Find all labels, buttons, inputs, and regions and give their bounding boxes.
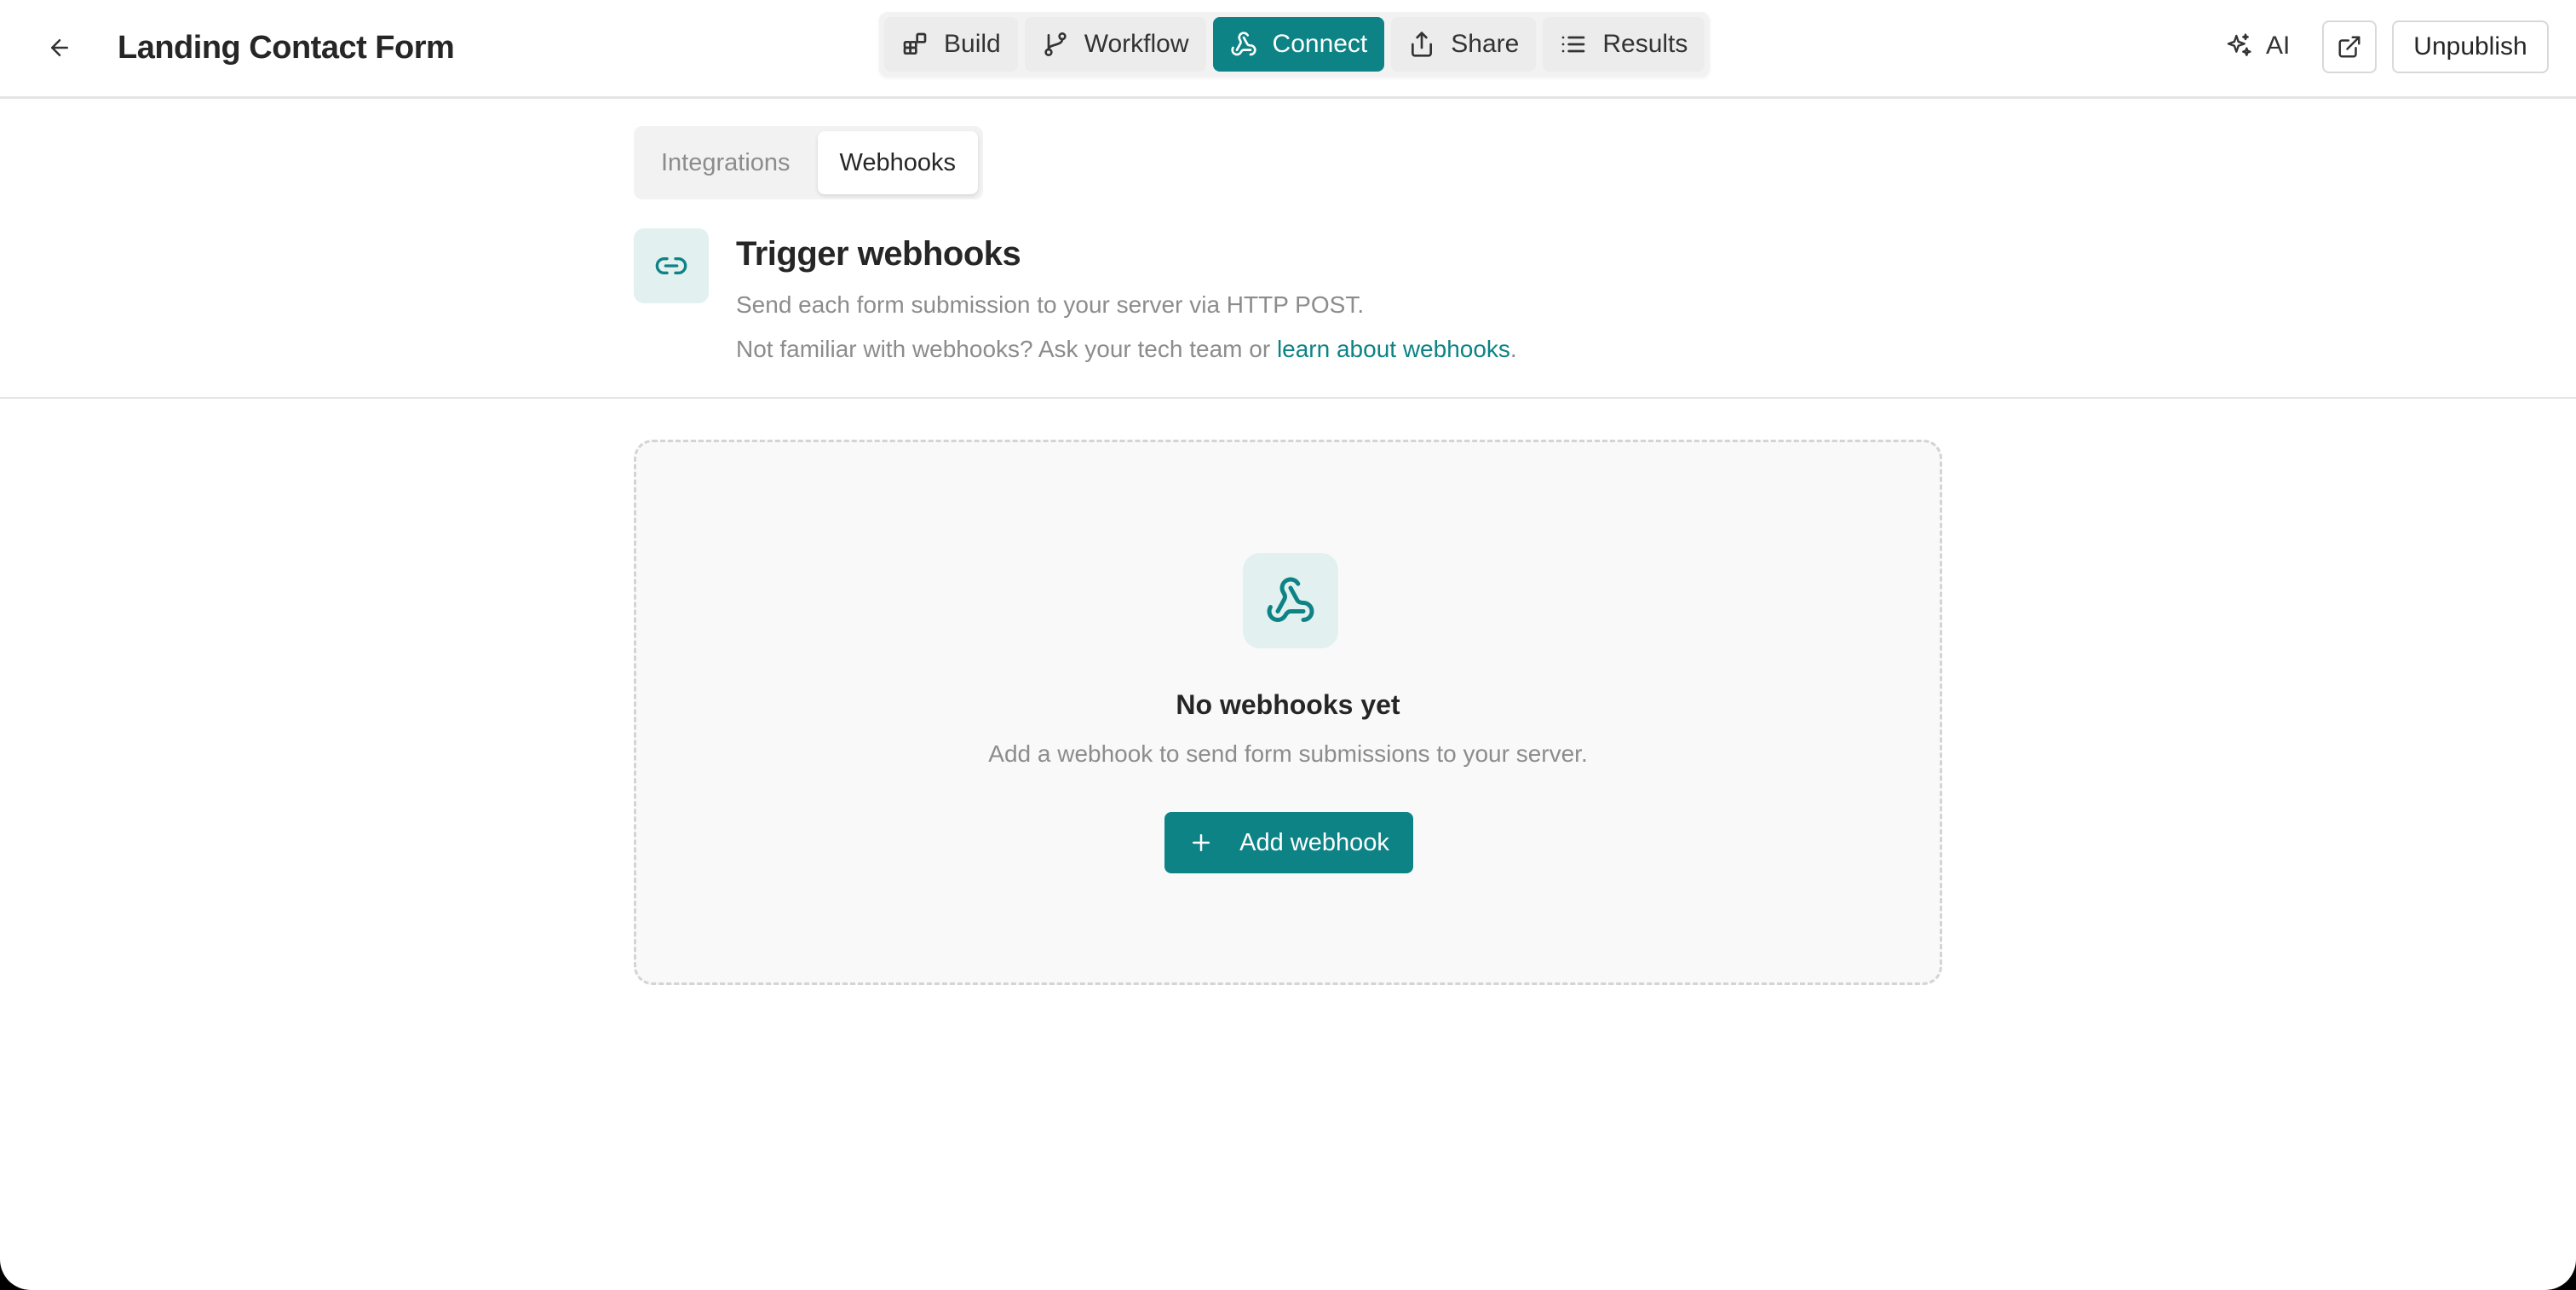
section-icon-box xyxy=(634,228,709,303)
nav-share[interactable]: Share xyxy=(1391,17,1537,72)
section-description: Send each form submission to your server… xyxy=(736,291,1365,318)
webhooks-empty-state: No webhooks yet Add a webhook to send fo… xyxy=(634,440,1942,985)
nav-build-label: Build xyxy=(944,30,1001,58)
nav-results[interactable]: Results xyxy=(1543,17,1705,72)
empty-state-title: No webhooks yet xyxy=(1176,689,1400,720)
section-note-suffix: . xyxy=(1509,336,1517,362)
git-branch-icon xyxy=(1044,32,1067,56)
learn-webhooks-link[interactable]: learn about webhooks xyxy=(1277,336,1510,362)
section-divider xyxy=(0,397,2576,399)
open-external-button[interactable] xyxy=(2322,20,2377,73)
ai-button[interactable]: AI xyxy=(2225,22,2290,70)
ai-label: AI xyxy=(2266,32,2291,60)
unpublish-button[interactable]: Unpublish xyxy=(2392,20,2549,73)
webhook-icon xyxy=(1267,577,1314,622)
page-title: Landing Contact Form xyxy=(118,30,455,66)
nav-connect-label: Connect xyxy=(1272,30,1368,58)
nav-share-label: Share xyxy=(1451,30,1520,58)
tab-webhooks[interactable]: Webhooks xyxy=(817,131,979,194)
main-nav: Build Workflow Connect Share Results xyxy=(879,12,1711,77)
link-icon xyxy=(655,257,687,274)
external-link-icon xyxy=(2338,36,2360,58)
nav-build[interactable]: Build xyxy=(884,17,1018,72)
section-title: Trigger webhooks xyxy=(736,235,1021,273)
tab-integrations[interactable]: Integrations xyxy=(639,131,813,194)
nav-workflow-label: Workflow xyxy=(1084,30,1189,58)
list-icon xyxy=(1562,36,1585,53)
back-button[interactable] xyxy=(37,26,82,70)
section-note-text: Not familiar with webhooks? Ask your tec… xyxy=(736,336,1277,362)
webhook-icon xyxy=(1230,32,1256,56)
empty-state-icon-box xyxy=(1243,553,1338,648)
add-webhook-button[interactable]: Add webhook xyxy=(1164,812,1413,873)
add-webhook-label: Add webhook xyxy=(1239,828,1389,856)
nav-connect[interactable]: Connect xyxy=(1212,17,1385,72)
nav-results-label: Results xyxy=(1602,30,1688,58)
blocks-icon xyxy=(903,32,927,55)
app-window: Landing Contact Form Build Workflow Conn… xyxy=(0,0,2576,1290)
share-icon xyxy=(1412,32,1433,57)
sparkles-icon xyxy=(2227,33,2251,56)
top-bar: Landing Contact Form Build Workflow Conn… xyxy=(0,0,2576,99)
arrow-left-icon xyxy=(51,39,68,56)
empty-state-description: Add a webhook to send form submissions t… xyxy=(988,740,1588,767)
section-note: Not familiar with webhooks? Ask your tec… xyxy=(736,336,1517,363)
nav-workflow[interactable]: Workflow xyxy=(1024,17,1206,72)
plus-icon xyxy=(1193,834,1210,851)
connect-subtabs: Integrations Webhooks xyxy=(634,126,984,199)
